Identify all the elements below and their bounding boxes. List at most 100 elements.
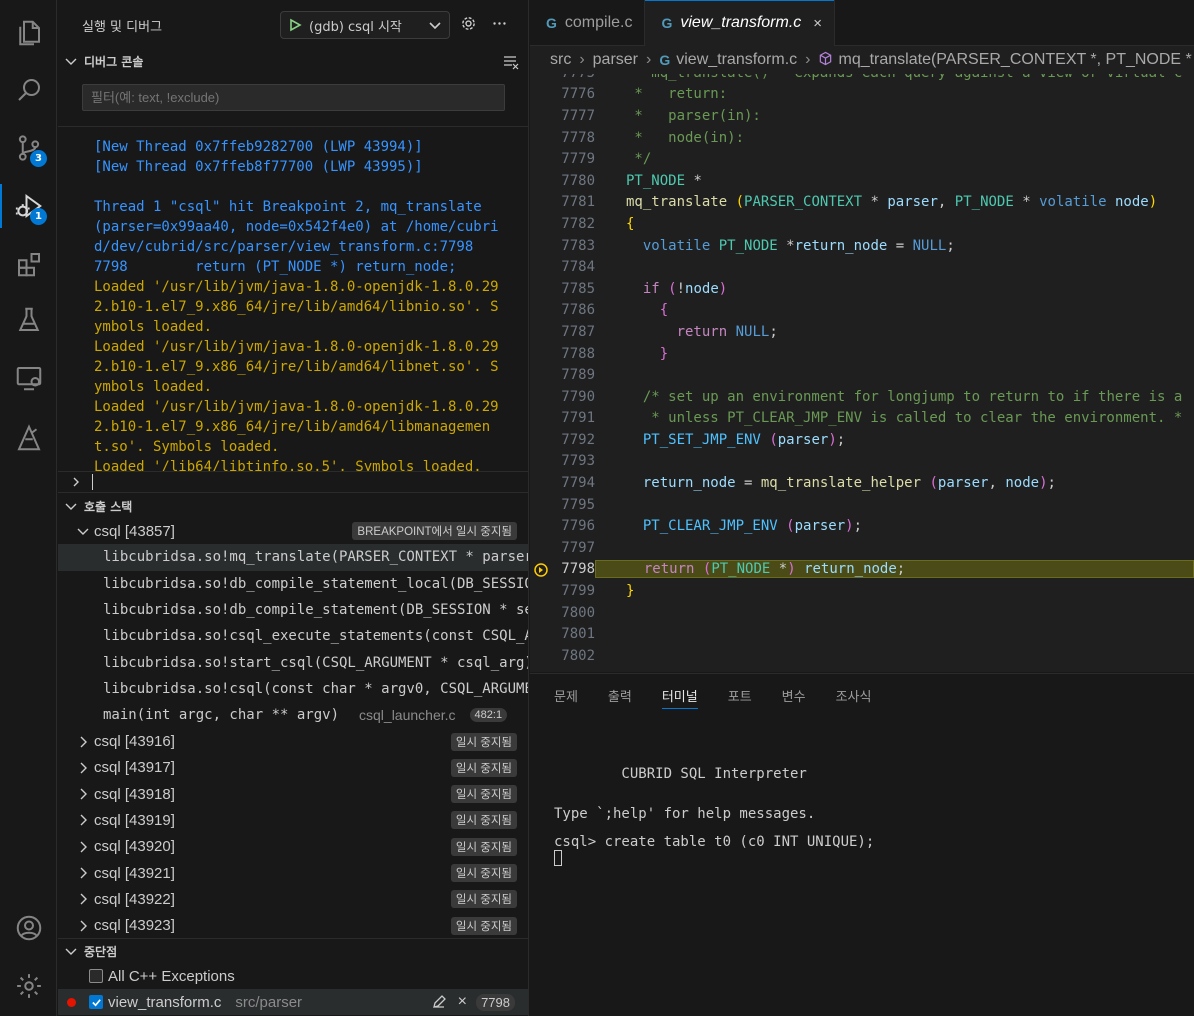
code-text: { xyxy=(659,302,669,319)
code-line[interactable]: 7791 * unless PT_CLEAR_JMP_ENV is called… xyxy=(530,408,1194,430)
testing-icon[interactable] xyxy=(0,292,57,348)
code-line[interactable]: 7789 xyxy=(530,364,1194,386)
thread-item[interactable]: csql [43919] 일시 중지됨 xyxy=(58,807,528,833)
code-line[interactable]: 7794 return_node = mq_translate_helper (… xyxy=(530,472,1194,494)
start-debug-play-icon[interactable] xyxy=(281,12,309,38)
remove-close-icon[interactable]: × xyxy=(458,993,467,1011)
thread-item[interactable]: csql [43916] 일시 중지됨 xyxy=(58,728,528,754)
editor-tab[interactable]: Gcompile.c xyxy=(530,0,646,46)
debug-console-header[interactable]: 디버그 콘솔 xyxy=(58,50,528,72)
code-line[interactable]: 7779 */ xyxy=(530,148,1194,170)
editor-tab[interactable]: Gview_transform.c × xyxy=(645,0,836,46)
thread-main[interactable]: csql [43857] BREAKPOINT에서 일시 중지됨 xyxy=(58,518,528,544)
thread-item[interactable]: csql [43917] 일시 중지됨 xyxy=(58,755,528,781)
thread-item[interactable]: csql [43918] 일시 중지됨 xyxy=(58,781,528,807)
debug-settings-gear-icon[interactable] xyxy=(460,15,477,36)
terminal-command[interactable]: csql> create table t0 (c0 INT UNIQUE); xyxy=(530,834,1194,850)
thread-item[interactable]: csql [43923] 일시 중지됨 xyxy=(58,912,528,938)
code-line[interactable]: 7795 xyxy=(530,494,1194,516)
breakpoint-checkbox[interactable] xyxy=(89,995,103,1009)
code-line[interactable]: 7780 PT_NODE * xyxy=(530,170,1194,192)
code-line[interactable]: 7778 * node(in): xyxy=(530,127,1194,149)
console-filter-input[interactable] xyxy=(82,84,505,111)
c-file-icon: G xyxy=(661,15,673,31)
stack-frame[interactable]: libcubridsa.so!mq_translate(PARSER_CONTE… xyxy=(58,544,528,571)
breakpoint-exceptions[interactable]: All C++ Exceptions xyxy=(58,963,528,989)
code-text: return NULL; xyxy=(676,323,778,340)
debug-console-title: 디버그 콘솔 xyxy=(84,54,144,69)
code-line[interactable]: 7792 PT_SET_JMP_ENV (parser); xyxy=(530,429,1194,451)
chevron-down-icon xyxy=(76,524,92,538)
code-line[interactable]: 7775 * mq_translate() - expands each que… xyxy=(530,74,1194,84)
breadcrumb-item[interactable]: view_transform.c xyxy=(676,51,797,69)
code-line[interactable]: 7797 xyxy=(530,537,1194,559)
editor-tabs: Gcompile.c Gview_transform.c × xyxy=(530,0,1194,46)
debug-console-output: [New Thread 0x7ffeb9282700 (LWP 43994)] [… xyxy=(58,126,528,471)
code-line[interactable]: 7786 { xyxy=(530,300,1194,322)
breadcrumb-item[interactable]: src xyxy=(550,51,571,69)
code-text: volatile PT_NODE *return_node = NULL; xyxy=(642,237,955,254)
stack-frame[interactable]: libcubridsa.so!db_compile_statement(DB_S… xyxy=(58,597,528,623)
code-line[interactable]: 7781 mq_translate (PARSER_CONTEXT * parse… xyxy=(530,192,1194,214)
search-icon[interactable] xyxy=(0,62,57,118)
code-line[interactable]: 7796 PT_CLEAR_JMP_ENV (parser); xyxy=(530,515,1194,537)
code-line[interactable]: 7802 xyxy=(530,645,1194,667)
tools-icon[interactable] xyxy=(0,410,57,466)
close-icon[interactable]: × xyxy=(813,15,822,32)
code-line[interactable]: 7777 * parser(in): xyxy=(530,105,1194,127)
chevron-down-icon[interactable] xyxy=(421,18,449,32)
panel-tab[interactable]: 변수 xyxy=(782,674,806,716)
source-control-icon[interactable]: 3 xyxy=(0,120,57,176)
edit-pencil-icon[interactable] xyxy=(431,994,447,1014)
code-line[interactable]: 7776 * return: xyxy=(530,84,1194,106)
code-line[interactable]: 7785 if (!node) xyxy=(530,278,1194,300)
code-line[interactable]: 7793 xyxy=(530,451,1194,473)
code-text: * unless PT_CLEAR_JMP_ENV is called to c… xyxy=(626,410,1183,427)
panel-tab[interactable]: 터미널 xyxy=(661,674,698,716)
stack-frame[interactable]: libcubridsa.so!csql(const char * argv0, … xyxy=(58,676,528,702)
line-number: 7795 xyxy=(561,496,595,513)
clear-console-icon[interactable] xyxy=(502,53,520,74)
code-view[interactable]: 7775 * mq_translate() - expands each que… xyxy=(530,74,1194,672)
chevron-right-icon xyxy=(76,840,92,854)
stack-frame[interactable]: libcubridsa.so!db_compile_statement_loca… xyxy=(58,571,528,597)
code-line[interactable]: 7801 xyxy=(530,623,1194,645)
exceptions-checkbox[interactable] xyxy=(89,969,103,983)
code-line[interactable]: 7783 volatile PT_NODE *return_node = NUL… xyxy=(530,235,1194,257)
stack-frame-main[interactable]: main(int argc, char ** argv) csql_launch… xyxy=(58,702,528,728)
code-line[interactable]: 7799} xyxy=(530,580,1194,602)
code-line[interactable]: 7782 { xyxy=(530,213,1194,235)
explorer-icon[interactable] xyxy=(0,5,57,61)
breadcrumb-item[interactable]: parser xyxy=(593,51,638,69)
panel-tab[interactable]: 문제 xyxy=(554,674,578,716)
remote-explorer-icon[interactable] xyxy=(0,350,57,406)
frame-label: libcubridsa.so!csql_execute_statements(c… xyxy=(103,628,529,645)
panel-tab[interactable]: 포트 xyxy=(728,674,752,716)
thread-name: csql [43919] xyxy=(94,811,175,829)
terminal-input[interactable] xyxy=(530,850,1194,866)
panel-tab[interactable]: 조사식 xyxy=(836,674,872,716)
thread-item[interactable]: csql [43921] 일시 중지됨 xyxy=(58,860,528,886)
console-repl-input[interactable] xyxy=(58,471,528,493)
panel-tab[interactable]: 출력 xyxy=(608,674,632,716)
breakpoints-header[interactable]: 중단점 xyxy=(58,939,528,963)
more-actions-icon[interactable] xyxy=(491,15,508,36)
run-debug-icon[interactable]: 1 xyxy=(0,178,57,234)
code-line[interactable]: 7784 xyxy=(530,256,1194,278)
code-line[interactable]: 7788 } xyxy=(530,343,1194,365)
thread-item[interactable]: csql [43920] 일시 중지됨 xyxy=(58,834,528,860)
debug-config-picker[interactable]: (gdb) csql 시작 xyxy=(280,11,450,39)
call-stack-header[interactable]: 호출 스택 xyxy=(58,494,528,518)
stack-frame[interactable]: libcubridsa.so!start_csql(CSQL_ARGUMENT … xyxy=(58,649,528,675)
breakpoint-file[interactable]: view_transform.c src/parser × 7798 xyxy=(58,989,528,1015)
breadcrumb-item[interactable]: mq_translate(PARSER_CONTEXT *, PT_NODE * xyxy=(838,51,1191,69)
settings-gear-icon[interactable] xyxy=(0,958,57,1014)
code-line[interactable]: 7800 xyxy=(530,602,1194,624)
extensions-icon[interactable] xyxy=(0,236,57,292)
stack-frame[interactable]: libcubridsa.so!csql_execute_statements(c… xyxy=(58,623,529,649)
account-icon[interactable] xyxy=(0,900,57,956)
thread-item[interactable]: csql [43922] 일시 중지됨 xyxy=(58,886,528,912)
code-line[interactable]: 7787 return NULL; xyxy=(530,321,1194,343)
code-line[interactable]: 7798 return (PT_NODE *) return_node; xyxy=(530,559,1194,581)
code-line[interactable]: 7790 /* set up an environment for longju… xyxy=(530,386,1194,408)
